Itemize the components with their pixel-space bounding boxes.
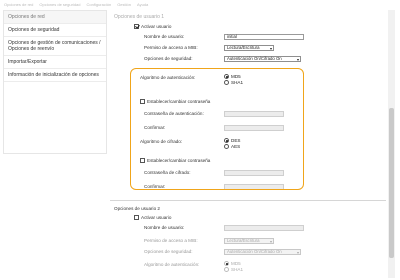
enable-user2-row: Activar usuario [134, 213, 171, 222]
enable-user1-checkbox[interactable] [134, 24, 139, 29]
user2-auth-sha1-radio[interactable] [224, 267, 229, 272]
user2-security-label: Opciones de seguridad: [144, 249, 193, 254]
enable-user1-label: Activar usuario [141, 24, 172, 29]
mib-select[interactable]: Lectura/Escritura ▾ [224, 45, 274, 51]
security-label: Opciones de seguridad: [144, 56, 193, 61]
user2-auth-algo-label: Algoritmo de autenticación: [144, 262, 200, 267]
sidebar-item-import-export[interactable]: Importar/Exportar [4, 56, 106, 69]
enable-user1-row: Activar usuario [134, 22, 171, 31]
user2-username-label: Nombre de usuario: [144, 225, 185, 230]
user2-auth-sha1-option[interactable]: SHA1 [224, 267, 243, 272]
user2-auth-md5-option[interactable]: MD5 [224, 261, 243, 266]
section-divider [110, 200, 386, 201]
user2-security-select[interactable]: Autenticación On/Cifrado On ▾ [224, 249, 301, 255]
enable-user2-checkbox[interactable] [134, 215, 139, 220]
security-select[interactable]: Autenticación On/Cifrado On ▾ [224, 56, 301, 62]
user2-security-select-value: Autenticación On/Cifrado On [227, 249, 282, 254]
username-input[interactable]: initial [224, 34, 304, 40]
mib-label: Permiso de acceso a MIB: [144, 45, 198, 50]
chevron-down-icon: ▾ [269, 45, 272, 51]
sidebar-item-initialization-info[interactable]: Información de inicialización de opcione… [4, 69, 106, 82]
user2-username-input[interactable] [224, 225, 304, 231]
user2-auth-sha1-label: SHA1 [231, 267, 244, 272]
user2-auth-md5-label: MD5 [231, 261, 241, 266]
topnav-item[interactable]: Opciones de red [4, 2, 33, 7]
security-select-value: Autenticación On/Cifrado On [227, 56, 282, 61]
topnav-item[interactable]: Opciones de seguridad [39, 2, 80, 7]
username-label: Nombre de usuario: [144, 34, 185, 39]
sidebar-item-communications[interactable]: Opciones de gestión de comunicaciones / … [4, 37, 106, 56]
topnav-item[interactable]: Configuración [87, 2, 112, 7]
sidebar: Opciones de red Opciones de seguridad Op… [3, 10, 107, 154]
sidebar-item-network[interactable]: Opciones de red [4, 11, 106, 24]
user2-mib-label: Permiso de acceso a MIB: [144, 238, 198, 243]
mib-select-value: Lectura/Escritura [227, 45, 260, 50]
top-navigation: Opciones de red Opciones de seguridad Co… [0, 0, 400, 8]
highlight-frame [130, 68, 304, 190]
user2-auth-algo-group: MD5 SHA1 [224, 261, 243, 272]
chevron-down-icon: ▾ [296, 56, 299, 62]
user2-auth-md5-radio[interactable] [224, 261, 229, 266]
enable-user2-label: Activar usuario [141, 215, 172, 220]
chevron-down-icon: ▾ [296, 249, 299, 255]
topnav-item[interactable]: Ayuda [137, 2, 148, 7]
sidebar-item-security[interactable]: Opciones de seguridad [4, 24, 106, 37]
section-title-user2: Opciones de usuario 2 [114, 206, 160, 211]
scrollbar-thumb[interactable] [389, 108, 394, 258]
user2-mib-select-value: Lectura/Escritura [227, 238, 260, 243]
user2-mib-select[interactable]: Lectura/Escritura ▾ [224, 238, 274, 244]
chevron-down-icon: ▾ [269, 238, 272, 244]
topnav-item[interactable]: Gestión [117, 2, 131, 7]
